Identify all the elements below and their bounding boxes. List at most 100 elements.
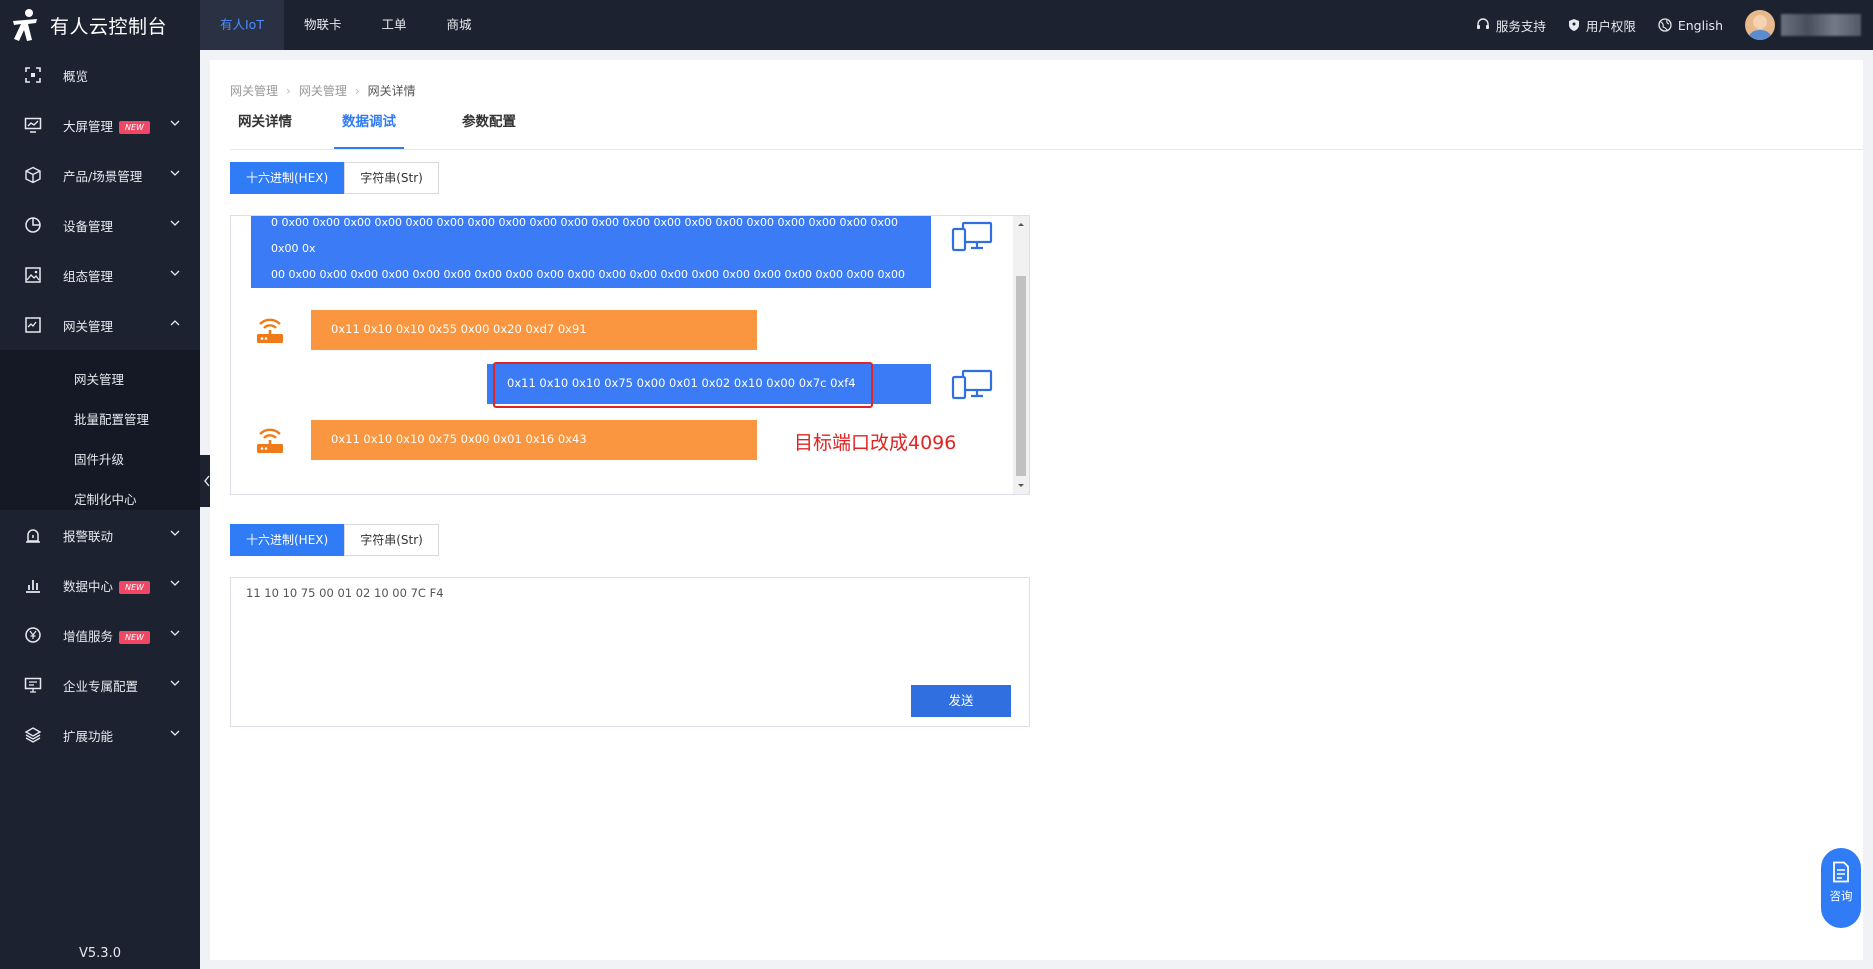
topnav-shop[interactable]: 商城 (427, 0, 492, 50)
breadcrumb-item[interactable]: 网关管理 (299, 84, 347, 98)
submenu-firmware-upgrade[interactable]: 固件升级 (74, 449, 124, 468)
scroll-up-icon (1018, 223, 1024, 226)
submenu-batch-config[interactable]: 批量配置管理 (74, 409, 149, 428)
gateway-submenu: 网关管理 批量配置管理 固件升级 定制化中心 (0, 350, 200, 510)
sidebar-item-label: 组态管理 (63, 268, 114, 284)
globe-icon (1658, 18, 1672, 32)
sidebar-item-label: 增值服务 (63, 628, 114, 644)
logo-icon (13, 9, 37, 41)
sidebar-item-alarm[interactable]: 报警联动 (0, 510, 200, 560)
permissions-label: 用户权限 (1585, 18, 1636, 34)
sidebar-item-data-center[interactable]: 数据中心 NEW (0, 560, 200, 610)
chevron-down-icon (170, 630, 180, 636)
submenu-custom-center[interactable]: 定制化中心 (74, 489, 137, 508)
breadcrumb-item[interactable]: 网关管理 (230, 84, 278, 98)
hex-format-button[interactable]: 十六进制(HEX) (230, 524, 345, 556)
log-scrollbar[interactable] (1013, 216, 1029, 494)
str-format-button[interactable]: 字符串(Str) (344, 162, 439, 194)
submenu-gateway-manage[interactable]: 网关管理 (74, 369, 124, 388)
received-message: 0x11 0x10 0x10 0x55 0x00 0x20 0xd7 0x91 (311, 310, 757, 350)
support-label: 服务支持 (1495, 18, 1546, 34)
username-redacted[interactable] (1781, 14, 1861, 36)
top-nav: 有人IoT 物联卡 工单 商城 (200, 0, 492, 50)
highlight-box (493, 362, 873, 408)
message-line: 0x11 0x10 0x10 0x75 0x00 0x01 0x16 0x43 (331, 432, 587, 446)
sidebar-item-device[interactable]: 设备管理 (0, 200, 200, 250)
send-button[interactable]: 发送 (911, 685, 1011, 717)
router-icon (257, 318, 283, 343)
support-link[interactable]: 服务支持 (1476, 16, 1546, 35)
sidebar-item-label: 扩展功能 (63, 728, 114, 744)
sidebar-item-label: 企业专属配置 (63, 678, 139, 694)
version-label: V5.3.0 (79, 946, 121, 961)
scroll-thumb[interactable] (1016, 276, 1026, 476)
header-actions: 服务支持 用户权限 English (1476, 0, 1873, 50)
sidebar-item-product[interactable]: 产品/场景管理 (0, 150, 200, 200)
sidebar-item-value-added[interactable]: 增值服务 NEW (0, 610, 200, 660)
sidebar-item-label: 报警联动 (63, 528, 114, 544)
sidebar-item-config[interactable]: 组态管理 (0, 250, 200, 300)
topnav-iot-card[interactable]: 物联卡 (284, 0, 362, 50)
new-badge: NEW (119, 630, 150, 644)
send-format-toggle: 十六进制(HEX) 字符串(Str) (230, 524, 439, 556)
language-switch[interactable]: English (1658, 18, 1723, 33)
new-badge: NEW (119, 120, 150, 134)
consult-label: 咨询 (1829, 889, 1853, 903)
sidebar-item-enterprise[interactable]: 企业专属配置 (0, 660, 200, 710)
consult-button[interactable]: 咨询 (1821, 848, 1861, 928)
computer-icon (951, 221, 993, 252)
sidebar-item-label: 大屏管理 (63, 118, 114, 134)
layers-icon (24, 727, 42, 743)
topnav-iot[interactable]: 有人IoT (200, 0, 284, 50)
sidebar-item-bigscreen[interactable]: 大屏管理 NEW (0, 100, 200, 150)
scroll-down-icon (1018, 484, 1024, 487)
sidebar-item-overview[interactable]: 概览 (0, 50, 200, 100)
message-log[interactable]: 0 0x00 0x00 0x00 0x00 0x00 0x00 0x00 0x0… (230, 215, 1030, 495)
alarm-icon (26, 529, 40, 543)
tab-data-debug[interactable]: 数据调试 (334, 115, 404, 149)
computer-icon (951, 369, 993, 400)
screen-settings-icon (24, 677, 42, 693)
shield-icon (1568, 19, 1579, 31)
chevron-down-icon (170, 680, 180, 686)
sidebar-item-extensions[interactable]: 扩展功能 (0, 710, 200, 760)
logo[interactable]: 有人云控制台 (10, 6, 167, 44)
headset-icon (1476, 18, 1489, 29)
monitor-icon (24, 117, 42, 133)
avatar[interactable] (1745, 10, 1775, 40)
new-badge: NEW (119, 580, 150, 594)
permissions-link[interactable]: 用户权限 (1568, 16, 1636, 35)
main-panel: 网关管理 › 网关管理 › 网关详情 网关详情 数据调试 参数配置 十六进制(HEX) … (210, 60, 1863, 960)
chevron-down-icon (170, 580, 180, 586)
receive-format-toggle: 十六进制(HEX) 字符串(Str) (230, 162, 439, 194)
message-line: 0x11 0x10 0x10 0x55 0x00 0x20 0xd7 0x91 (331, 322, 587, 336)
pie-chart-icon (25, 217, 41, 233)
annotation-text: 目标端口改成4096 (794, 432, 957, 454)
cube-icon (25, 166, 41, 184)
sidebar-item-label: 产品/场景管理 (63, 168, 143, 184)
topnav-ticket[interactable]: 工单 (362, 0, 427, 50)
tab-param-config[interactable]: 参数配置 (462, 115, 516, 149)
chevron-down-icon (170, 120, 180, 126)
send-input[interactable]: 11 10 10 75 00 01 02 10 00 7C F4 (231, 578, 1029, 678)
sidebar-item-label: 概览 (63, 68, 89, 84)
app-title: 有人云控制台 (50, 15, 168, 38)
hex-format-button[interactable]: 十六进制(HEX) (230, 162, 345, 194)
str-format-button[interactable]: 字符串(Str) (344, 524, 439, 556)
chevron-down-icon (170, 220, 180, 226)
sidebar-item-gateway[interactable]: 网关管理 (0, 300, 200, 350)
chevron-down-icon (170, 730, 180, 736)
language-label: English (1677, 17, 1723, 33)
breadcrumb-separator-icon: › (354, 84, 360, 98)
yen-icon (25, 627, 41, 643)
sent-message: 0 0x00 0x00 0x00 0x00 0x00 0x00 0x00 0x0… (251, 216, 931, 333)
top-bar: 有人云控制台 有人IoT 物联卡 工单 商城 服务支持 用户权限 English (0, 0, 1873, 50)
message-line: 0 0x00 0x00 0x00 0x00 0x00 0x00 0x00 0x0… (271, 216, 899, 255)
image-icon (25, 267, 41, 283)
scan-icon (25, 67, 41, 83)
breadcrumb-separator-icon: › (286, 84, 291, 98)
chevron-up-icon (170, 320, 180, 326)
tab-gateway-detail[interactable]: 网关详情 (238, 115, 292, 149)
sidebar: 概览 大屏管理 NEW 产品/场景管理 设备管理 组态管理 网关管理 网关管理 … (0, 50, 200, 969)
breadcrumb-current: 网关详情 (367, 84, 416, 98)
